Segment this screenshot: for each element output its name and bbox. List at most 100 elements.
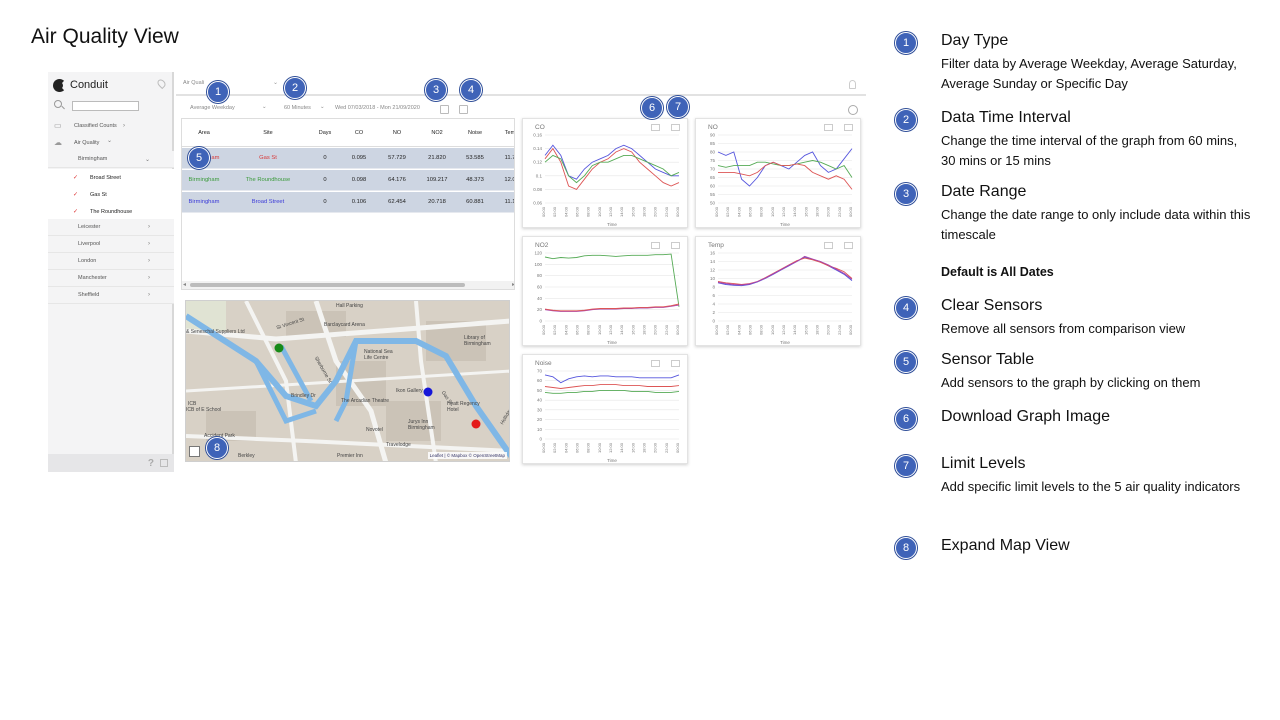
sidebar-sensor-broad-street[interactable]: ✓ Broad Street xyxy=(48,169,174,186)
y-tick-label: 120 xyxy=(534,251,542,256)
y-tick-label: 2 xyxy=(712,310,715,315)
x-tick-label: 00:00 xyxy=(848,324,853,335)
limit-levels-icon[interactable] xyxy=(844,124,853,131)
brand-name: Conduit xyxy=(70,79,108,91)
chevron-down-icon[interactable]: ⌄ xyxy=(262,104,267,110)
limit-levels-icon[interactable] xyxy=(844,242,853,249)
map-label: Ikon Gallery xyxy=(396,388,423,394)
x-tick-label: 14:00 xyxy=(792,206,797,217)
table-row[interactable]: Birmingham The Roundhouse 0 0.098 64.176 109.… xyxy=(182,170,515,191)
sidebar-city-manchester[interactable]: Manchester › xyxy=(48,270,174,287)
legend-title: Clear Sensors xyxy=(941,297,1043,314)
table-cell-temp: 12.0 xyxy=(504,177,515,183)
help-icon[interactable]: ? xyxy=(148,458,154,469)
sidebar-city-leicester[interactable]: Leicester › xyxy=(48,219,174,236)
x-tick-label: 18:00 xyxy=(642,206,647,217)
map-label: Library of Birmingham xyxy=(464,335,491,347)
interval-select[interactable]: 60 Minutes xyxy=(284,105,311,111)
breadcrumb[interactable]: Air Quali xyxy=(183,80,204,86)
download-image-icon[interactable] xyxy=(824,124,833,131)
clear-sensors-icon[interactable] xyxy=(459,105,468,114)
scroll-right-icon[interactable]: ▸ xyxy=(512,281,514,288)
calendar-icon[interactable] xyxy=(440,105,449,114)
column-header[interactable]: NO xyxy=(380,119,414,146)
sidebar-item-classified-counts[interactable]: ▭ Classified Counts › xyxy=(48,117,174,134)
pin-icon[interactable] xyxy=(155,77,168,90)
x-tick-label: 22:00 xyxy=(664,442,669,453)
noise-chart: 70605040302010000:00 02:00 04:00 06:00 08:00… xyxy=(537,369,680,464)
column-header[interactable]: Tem xyxy=(498,119,514,146)
sidebar-city-liverpool[interactable]: Liverpool › xyxy=(48,236,174,253)
sidebar-sensor-gas-st[interactable]: ✓ Gas St xyxy=(48,186,174,203)
download-image-icon[interactable] xyxy=(651,124,660,131)
y-tick-label: 0 xyxy=(712,319,715,324)
x-tick-label: 08:00 xyxy=(586,442,591,453)
y-tick-label: 20 xyxy=(537,417,543,422)
y-tick-label: 80 xyxy=(537,273,543,278)
map-view[interactable]: Hall Parking Barclaycard Arena St Vincen… xyxy=(185,300,510,462)
chevron-down-icon[interactable]: ⌄ xyxy=(320,104,325,110)
sidebar-city-sheffield[interactable]: Sheffield › xyxy=(48,287,174,304)
y-tick-label: 100 xyxy=(534,262,542,267)
download-image-icon[interactable] xyxy=(651,360,660,367)
column-header[interactable]: Days xyxy=(312,119,338,146)
brand-logo[interactable]: Conduit xyxy=(53,77,108,93)
chart-title: CO xyxy=(535,124,545,131)
map-attribution[interactable]: Leaflet | © Mapbox © OpenStreetMap xyxy=(427,452,507,459)
limit-levels-icon[interactable] xyxy=(671,242,680,249)
logout-icon[interactable] xyxy=(160,459,168,467)
table-cell-site: The Roundhouse xyxy=(245,177,291,183)
sidebar-sensor-the-roundhouse[interactable]: ✓ The Roundhouse xyxy=(48,203,174,220)
globe-icon[interactable] xyxy=(848,105,858,115)
table-cell-days: 0 xyxy=(323,199,327,205)
y-tick-label: 0.1 xyxy=(536,173,543,178)
chevron-right-icon: › xyxy=(148,241,150,247)
limit-levels-icon[interactable] xyxy=(671,124,680,131)
scroll-left-icon[interactable]: ◂ xyxy=(183,281,186,288)
default-note: Default is All Dates xyxy=(941,265,1054,279)
download-image-icon[interactable] xyxy=(651,242,660,249)
conduit-logo-icon xyxy=(53,78,66,92)
legend-badge: 6 xyxy=(895,408,917,430)
expand-map-icon[interactable] xyxy=(189,446,200,457)
legend-title: Expand Map View xyxy=(941,537,1070,554)
column-header[interactable]: Area xyxy=(186,119,222,146)
table-cell-no2: 21.820 xyxy=(428,155,446,161)
x-tick-label: 20:00 xyxy=(653,324,658,335)
y-tick-label: 75 xyxy=(710,158,716,163)
chart-title: NO2 xyxy=(535,242,549,249)
sidebar-city-london[interactable]: London › xyxy=(48,253,174,270)
day-type-select[interactable]: Average Weekday xyxy=(190,105,235,111)
y-tick-label: 4 xyxy=(712,302,715,307)
chevron-down-icon[interactable]: ⌄ xyxy=(273,79,278,86)
column-header[interactable]: NO2 xyxy=(420,119,454,146)
chart-title: Temp xyxy=(708,242,724,249)
x-tick-label: 16:00 xyxy=(803,324,808,335)
search-icon[interactable] xyxy=(54,100,62,108)
column-header[interactable]: Noise xyxy=(458,119,492,146)
column-header[interactable]: CO xyxy=(345,119,373,146)
x-tick-label: 16:00 xyxy=(630,324,635,335)
user-icon[interactable] xyxy=(849,80,856,89)
x-tick-label: 06:00 xyxy=(748,324,753,335)
table-cell-noise: 53.585 xyxy=(466,155,484,161)
table-row[interactable]: Birmingham Broad Street 0 0.106 62.454 20.718… xyxy=(182,192,514,213)
column-header[interactable]: Site xyxy=(230,119,306,146)
y-tick-label: 60 xyxy=(710,184,716,189)
sidebar-city-birmingham[interactable]: Birmingham ⌄ xyxy=(48,151,174,168)
x-tick-label: 10:00 xyxy=(597,324,602,335)
table-row[interactable]: BirminghamGas St00.09557.72921.82053.585… xyxy=(182,148,514,169)
y-tick-label: 0 xyxy=(539,437,542,442)
sidebar-search-input[interactable] xyxy=(72,101,139,111)
download-image-icon[interactable] xyxy=(824,242,833,249)
date-range-picker[interactable]: Wed 07/03/2018 - Mon 21/09/2020 xyxy=(335,105,420,111)
scrollbar-thumb[interactable] xyxy=(190,283,465,287)
y-tick-label: 16 xyxy=(710,251,716,256)
table-cell-days: 0 xyxy=(323,177,327,183)
sidebar-item-air-quality[interactable]: ☁ Air Quality ⌄ xyxy=(48,134,174,151)
x-tick-label: 10:00 xyxy=(770,324,775,335)
horizontal-scrollbar[interactable]: ◂ ▸ xyxy=(182,281,514,289)
x-tick-label: 00:00 xyxy=(848,206,853,217)
x-tick-label: 14:00 xyxy=(619,324,624,335)
limit-levels-icon[interactable] xyxy=(671,360,680,367)
